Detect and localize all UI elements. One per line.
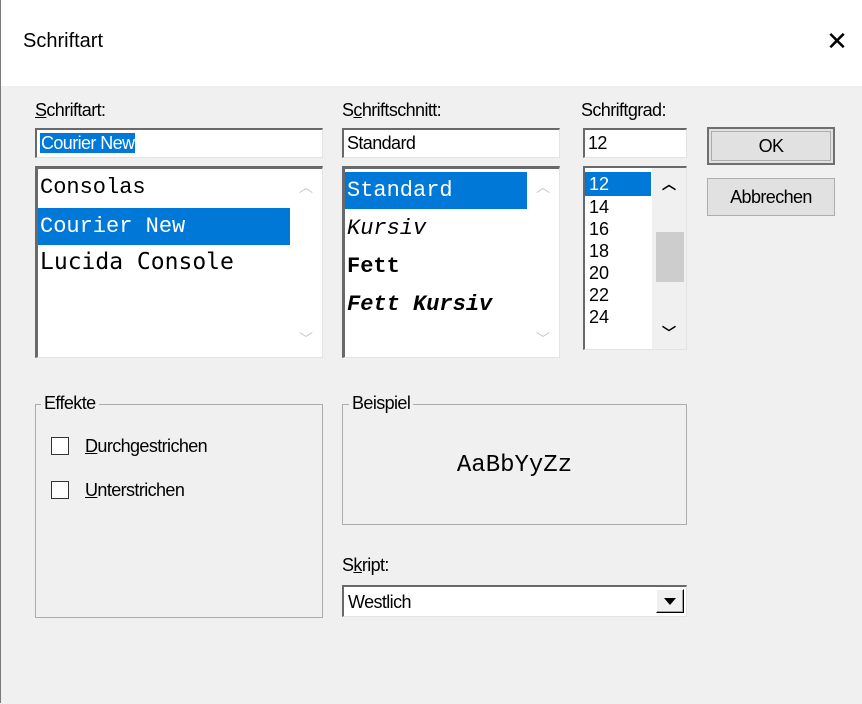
cancel-button[interactable]: Abbrechen (707, 178, 835, 216)
style-list-scrollbar[interactable]: ︿ ﹀ (527, 169, 559, 357)
strikeout-label[interactable]: Durchgestrichen (85, 436, 208, 457)
list-item[interactable]: 18 (589, 240, 609, 262)
font-dialog: Schriftart ✕ Schriftart: Courier New Con… (0, 0, 862, 703)
list-item[interactable]: 20 (589, 262, 609, 284)
size-list-scrollbar[interactable]: ︿ ﹀ (652, 168, 686, 349)
style-label: Schriftschnitt: (342, 100, 442, 120)
underline-checkbox[interactable] (51, 481, 69, 499)
sample-caption: Beispiel (349, 393, 414, 414)
font-size-input[interactable]: 12 (583, 128, 687, 158)
strikeout-checkbox[interactable] (51, 437, 69, 455)
dialog-title: Schriftart (23, 30, 104, 52)
underline-label[interactable]: Unterstrichen (85, 480, 185, 501)
scrollbar-thumb[interactable] (656, 232, 684, 282)
close-icon: ✕ (826, 27, 848, 57)
list-item[interactable]: 16 (589, 218, 609, 240)
chevron-up-icon[interactable]: ︿ (652, 172, 686, 196)
list-item-selected[interactable]: Standard (345, 172, 527, 209)
size-label: Schriftgrad: (581, 100, 666, 120)
script-combobox[interactable]: Westlich (342, 585, 687, 617)
list-item-selected[interactable]: Courier New (38, 208, 290, 245)
font-list[interactable]: Consolas Courier New Lucida Console ︿ ﹀ (35, 166, 323, 358)
font-name-input[interactable]: Courier New (35, 128, 323, 158)
chevron-down-icon[interactable]: ﹀ (290, 327, 322, 351)
script-label: Skript: (342, 555, 389, 575)
list-item[interactable]: 24 (589, 306, 609, 328)
script-value: Westlich (348, 592, 411, 612)
chevron-down-icon[interactable]: ﹀ (527, 327, 559, 351)
font-list-scrollbar[interactable]: ︿ ﹀ (290, 169, 322, 357)
font-size-list[interactable]: 12 14 16 18 20 22 24 ︿ ﹀ (583, 166, 687, 350)
list-item[interactable]: 14 (589, 196, 609, 218)
font-style-list[interactable]: Standard Kursiv Fett Fett Kursiv ︿ ﹀ (342, 166, 560, 358)
chevron-up-icon[interactable]: ︿ (527, 175, 559, 199)
font-style-input[interactable]: Standard (342, 128, 560, 158)
list-item[interactable]: 22 (589, 284, 609, 306)
font-label: Schriftart: (35, 100, 106, 120)
title-bar: Schriftart ✕ (1, 0, 862, 86)
list-item[interactable]: Lucida Console (40, 249, 234, 275)
chevron-down-icon[interactable]: ﹀ (652, 321, 686, 345)
effects-caption: Effekte (41, 393, 99, 414)
list-item[interactable]: Fett Kursiv (347, 292, 492, 317)
list-item[interactable]: Consolas (40, 175, 146, 200)
font-name-selected-text: Courier New (40, 133, 136, 153)
list-item-selected[interactable]: 12 (585, 172, 651, 196)
ok-button[interactable]: OK (707, 127, 835, 165)
close-button[interactable]: ✕ (817, 22, 857, 62)
dropdown-arrow-icon[interactable] (656, 589, 684, 613)
sample-text: AaBbYyZz (456, 452, 573, 479)
chevron-up-icon[interactable]: ︿ (290, 175, 322, 199)
list-item[interactable]: Kursiv (347, 216, 426, 241)
list-item[interactable]: Fett (347, 254, 400, 279)
